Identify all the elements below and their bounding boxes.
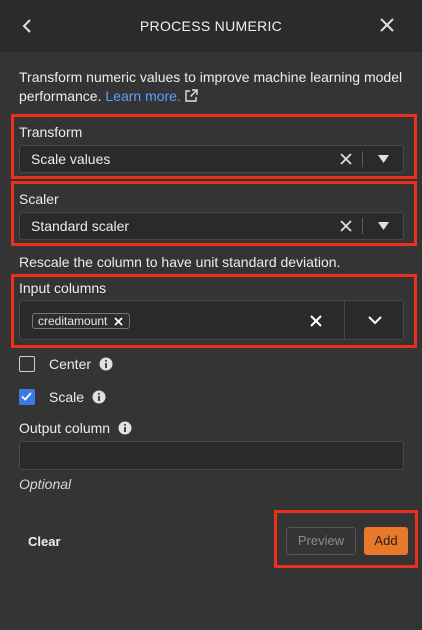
center-label: Center [49, 356, 92, 372]
divider [344, 301, 345, 339]
chevron-left-icon[interactable] [18, 16, 38, 36]
caret-down-icon[interactable] [378, 155, 389, 163]
output-column-label-row: Output column [19, 420, 132, 436]
input-columns-label: Input columns [19, 280, 107, 296]
close-icon[interactable] [376, 14, 398, 36]
column-chip: creditamount [32, 313, 131, 329]
intro-description: Transform numeric values to improve mach… [19, 69, 403, 104]
scaler-select[interactable]: Standard scaler [19, 212, 404, 240]
panel-header: PROCESS NUMERIC [0, 0, 422, 52]
divider [362, 218, 363, 234]
caret-down-icon[interactable] [378, 222, 389, 230]
chevron-down-icon[interactable] [368, 316, 382, 325]
info-icon[interactable] [99, 357, 113, 371]
transform-value: Scale values [31, 151, 111, 167]
center-option: Center [19, 356, 113, 372]
center-checkbox[interactable] [19, 356, 35, 372]
checkmark-icon [21, 392, 32, 401]
clear-icon[interactable] [339, 219, 353, 233]
input-columns-select[interactable]: creditamount [19, 300, 404, 340]
chip-label: creditamount [38, 314, 108, 328]
clear-icon[interactable] [339, 152, 353, 166]
output-column-label: Output column [19, 420, 111, 436]
external-link-icon[interactable] [184, 89, 198, 103]
scaler-value: Standard scaler [31, 218, 130, 234]
preview-button[interactable]: Preview [286, 527, 356, 555]
scale-checkbox[interactable] [19, 389, 35, 405]
transform-label: Transform [19, 124, 83, 140]
learn-more-link[interactable]: Learn more. [105, 88, 180, 104]
add-button[interactable]: Add [364, 527, 408, 555]
scale-label: Scale [49, 389, 85, 405]
info-icon[interactable] [118, 421, 132, 435]
intro-text: Transform numeric values to improve mach… [19, 68, 404, 106]
clear-icon[interactable] [309, 314, 323, 328]
remove-chip-icon[interactable] [114, 317, 124, 326]
info-icon[interactable] [92, 390, 106, 404]
output-column-input[interactable] [19, 441, 404, 470]
clear-button[interactable]: Clear [28, 534, 61, 549]
optional-hint: Optional [19, 476, 72, 492]
divider [362, 151, 363, 167]
scaler-description: Rescale the column to have unit standard… [19, 254, 341, 270]
scale-option: Scale [19, 389, 106, 405]
panel-title: PROCESS NUMERIC [139, 18, 283, 34]
scaler-label: Scaler [19, 191, 59, 207]
transform-select[interactable]: Scale values [19, 145, 404, 173]
